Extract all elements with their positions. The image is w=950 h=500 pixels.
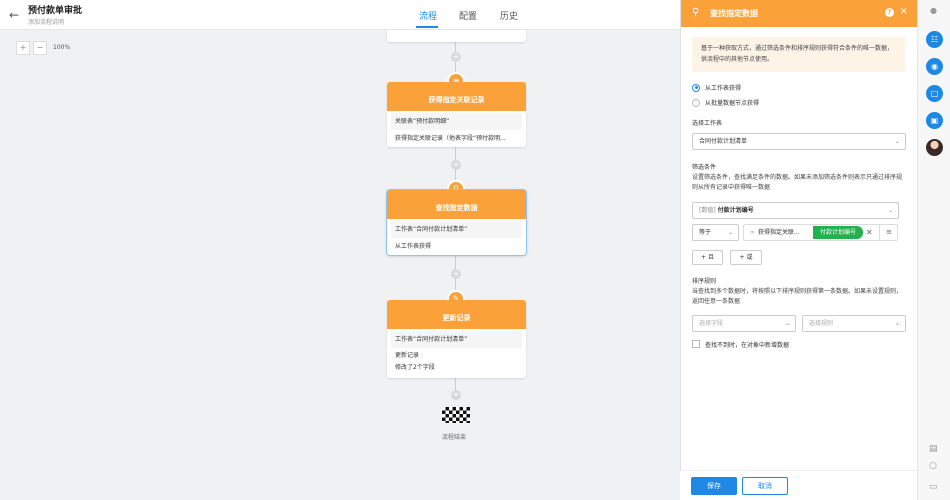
- add-node-button[interactable]: +: [451, 390, 461, 400]
- sort-field-select[interactable]: 选择字段 ⌄: [692, 315, 796, 332]
- panel-description: 基于一种获取方式，通过筛选条件和排序规则获得符合条件的唯一数据，供流程中的其他节…: [692, 37, 905, 72]
- sheet-select-value: 合同付款计划清单: [699, 138, 748, 145]
- node-detail: 工作表“合同付款计划清单”: [391, 331, 522, 348]
- radio-from-sheet[interactable]: 从工作表获得: [692, 83, 741, 93]
- sort-rule-select[interactable]: 选择规则 ⌄: [802, 315, 906, 332]
- bell-icon[interactable]: ●: [930, 6, 937, 15]
- arrow-left-icon[interactable]: ←: [9, 8, 23, 22]
- chevron-down-icon: ⌄: [727, 229, 733, 236]
- sort-label: 排序规则: [692, 278, 717, 285]
- field-name: 付款计划编号: [717, 207, 754, 214]
- search-icon: ⚲: [692, 7, 700, 18]
- add-node-button[interactable]: +: [451, 160, 461, 170]
- chevron-down-icon: ⌄: [894, 138, 900, 145]
- node-card-find-data[interactable]: 查找指定数据 工作表“合同付款计划清单” 从工作表获得: [387, 190, 526, 255]
- node-title: 查找指定数据: [387, 190, 526, 219]
- panel-footer: 保存 取消: [680, 470, 917, 500]
- filter-field-select[interactable]: [数值] 付款计划编号 ⌄: [692, 202, 899, 219]
- field-menu-icon[interactable]: ≡: [879, 224, 898, 241]
- panel-header: ⚲ 查找指定数据 ? ✕: [681, 0, 917, 27]
- node-detail: 获得指定关联记录（他表字段“预付款明...: [395, 135, 506, 142]
- help-circle-icon[interactable]: ○: [929, 461, 937, 471]
- previous-node-card[interactable]: [387, 30, 526, 42]
- operator-select[interactable]: 等于 ⌄: [692, 224, 739, 241]
- chevron-down-icon: ⌄: [894, 320, 900, 327]
- operator-value: 等于: [699, 229, 712, 236]
- node-detail: 工作表“合同付款计划清单”: [391, 221, 522, 238]
- radio-selected-icon: [692, 83, 700, 92]
- page-title: 预付款单审批: [28, 6, 83, 16]
- active-tab-indicator: [416, 26, 438, 28]
- flow-end-label: 流程结束: [442, 434, 467, 441]
- panel-title: 查找指定数据: [710, 9, 758, 18]
- chevron-down-icon: ⌄: [784, 320, 790, 327]
- node-title: 更新记录: [387, 300, 526, 329]
- chevron-down-icon: ⌄: [887, 207, 893, 214]
- avatar[interactable]: [926, 139, 943, 156]
- node-detail: 修改了2个字段: [395, 364, 435, 371]
- cancel-button[interactable]: 取消: [742, 477, 788, 495]
- filter-hint: 设置筛选条件，查找满足条件的数据。如果未添加筛选条件则表示只通过排序规则从所有记…: [692, 174, 903, 191]
- close-icon[interactable]: ✕: [900, 7, 908, 18]
- field-tag: 付款计划编号: [813, 226, 864, 239]
- right-rail: ● ☷ ◉ □ ▣ ▤ ○ ▭: [917, 0, 950, 500]
- radio-unselected-icon: [692, 98, 700, 107]
- checkbox-label: 查找不到时，在对象中新增数据: [705, 342, 790, 349]
- sheet-label: 选择工作表: [692, 120, 723, 127]
- close-icon[interactable]: ✕: [866, 226, 873, 239]
- node-detail: 关联表“预付款明细”: [391, 113, 522, 130]
- link-icon: ∞: [750, 229, 755, 236]
- sheet-select[interactable]: 合同付款计划清单 ⌄: [692, 133, 906, 150]
- filter-label: 筛选条件: [692, 164, 717, 171]
- finish-flag-icon: [442, 407, 470, 423]
- notification-icon[interactable]: ◉: [926, 58, 943, 75]
- add-if-not-found-checkbox[interactable]: [692, 340, 700, 348]
- radio-label: 从工作表获得: [705, 85, 742, 92]
- add-node-button[interactable]: +: [451, 52, 461, 62]
- tab-config[interactable]: 配置: [459, 9, 477, 22]
- field-type-prefix: [数值]: [699, 207, 716, 214]
- radio-from-batch[interactable]: 从批量数据节点获得: [692, 98, 759, 108]
- collapse-panel-icon[interactable]: ▭: [929, 482, 938, 492]
- radio-label: 从批量数据节点获得: [705, 100, 760, 107]
- sort-rule-placeholder: 选择规则: [809, 320, 834, 327]
- node-card-update-record[interactable]: 更新记录 工作表“合同付款计划清单” 更新记录 修改了2个字段: [387, 300, 526, 378]
- top-bar: ← 预付款单审批 添加流程说明 流程 配置 历史: [0, 0, 680, 30]
- tag-source: 获得指定关联...: [758, 229, 800, 236]
- document-icon[interactable]: ▤: [929, 444, 938, 454]
- tab-flow[interactable]: 流程: [419, 9, 437, 22]
- add-and-condition-button[interactable]: + 且: [692, 250, 723, 265]
- tab-history[interactable]: 历史: [500, 9, 518, 22]
- add-or-condition-button[interactable]: + 或: [730, 250, 762, 265]
- org-chart-icon[interactable]: ☷: [926, 31, 943, 48]
- node-detail: 从工作表获得: [395, 243, 432, 250]
- help-icon[interactable]: ?: [885, 8, 894, 17]
- flow-canvas[interactable]: + ≡ 获得指定关联记录 关联表“预付款明细” 获得指定关联记录（他表字段“预付…: [0, 30, 680, 500]
- chat-icon[interactable]: □: [926, 85, 943, 102]
- panel-body: 基于一种获取方式，通过筛选条件和排序规则获得符合条件的唯一数据，供流程中的其他节…: [681, 27, 917, 470]
- briefcase-icon[interactable]: ▣: [926, 112, 943, 129]
- node-detail: 更新记录: [395, 352, 420, 359]
- sort-hint: 当查找到多个数据时，将按照以下排序规则获得第一条数据。如果未设置规则，返回任意一…: [692, 288, 903, 305]
- add-node-button[interactable]: +: [451, 269, 461, 279]
- sort-field-placeholder: 选择字段: [699, 320, 724, 327]
- save-button[interactable]: 保存: [691, 477, 737, 495]
- node-title: 获得指定关联记录: [387, 82, 526, 111]
- flow-description-link[interactable]: 添加流程说明: [28, 17, 64, 26]
- node-card-related-records[interactable]: 获得指定关联记录 关联表“预付款明细” 获得指定关联记录（他表字段“预付款明..…: [387, 82, 526, 147]
